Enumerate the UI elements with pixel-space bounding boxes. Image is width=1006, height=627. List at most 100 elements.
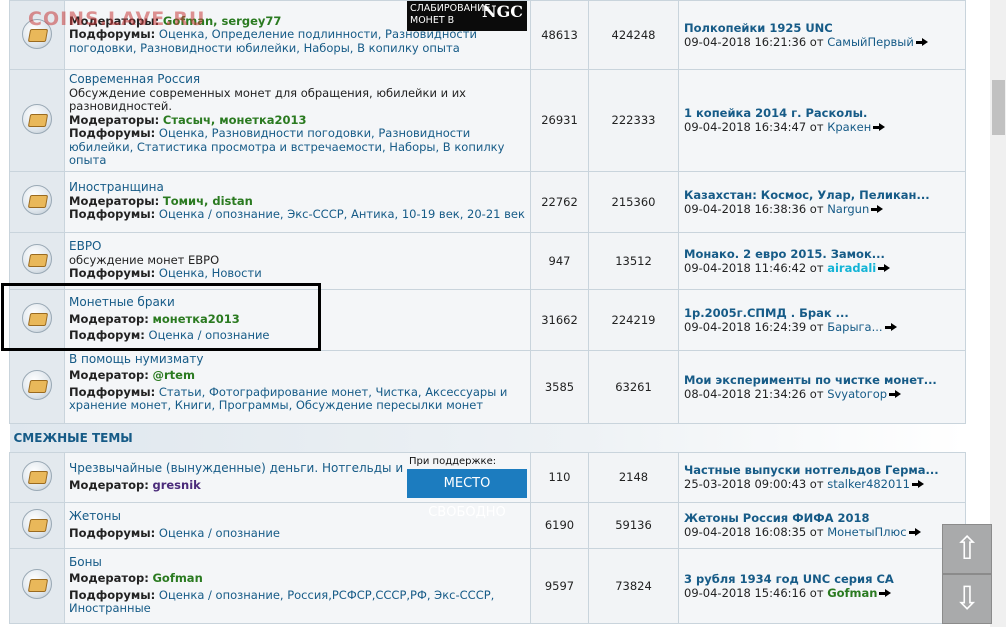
last-post-title[interactable]: Полкопейки 1925 UNC (684, 21, 833, 35)
by-label: от (809, 120, 824, 135)
last-post-author[interactable]: stalker482011 (827, 477, 910, 491)
last-post-date: 09-04-2018 15:46:16 (684, 585, 807, 600)
folder-icon (22, 185, 52, 215)
last-post-cell: 3 рубля 1934 год UNC серия СА 09-04-2018… (678, 547, 966, 624)
scrollbar-thumb[interactable] (992, 80, 1005, 135)
last-post-title[interactable]: Монако. 2 евро 2015. Замок... (684, 247, 885, 261)
topic-count: 3585 (530, 349, 589, 424)
topic-count: 110 (530, 451, 589, 503)
last-post-author[interactable]: МонетыПлюс (827, 525, 906, 539)
last-post-title[interactable]: Казахстан: Космос, Улар, Пеликан... (684, 188, 930, 202)
last-post-author[interactable]: Svyatогор (827, 387, 887, 401)
forum-title[interactable]: Боны (69, 555, 102, 569)
folder-icon (22, 244, 52, 274)
topic-count: 31662 (530, 288, 589, 351)
post-count: 73824 (588, 547, 679, 624)
forum-icon-cell (9, 501, 65, 549)
moderator-link[interactable]: @rtem (152, 368, 194, 382)
last-post-author[interactable]: Кракен (827, 120, 871, 134)
forum-title[interactable]: В помощь нумизмату (69, 352, 204, 366)
scroll-down-button[interactable]: ⇩ (942, 574, 992, 624)
moderators-label: Модераторы: (69, 112, 160, 127)
section-header-related: СМЕЖНЫЕ ТЕМЫ (9, 423, 966, 452)
forum-row-numismatist-help: В помощь нумизмату Модератор: @rtem Подф… (9, 349, 966, 424)
last-post-cell: Жетоны Россия ФИФА 2018 09-04-2018 16:08… (678, 501, 966, 549)
subforums-label: Подфорумы: (69, 525, 156, 540)
post-count: 215360 (588, 170, 679, 233)
ngc-ad-banner[interactable]: СЛАБИРОВАНИЕ МОНЕТ В NGC (407, 1, 527, 31)
subforums-label: Подфорумы: (69, 266, 156, 281)
ad-support-label: При поддержке: (407, 456, 499, 467)
forum-title[interactable]: Современная Россия (69, 72, 200, 86)
last-post-author[interactable]: Gofman (827, 586, 877, 600)
page-scrollbar[interactable] (990, 0, 1006, 627)
last-post-date: 09-04-2018 16:21:36 (684, 35, 807, 49)
last-post-title[interactable]: 1 копейка 2014 г. Расколы. (684, 106, 867, 120)
go-to-post-icon[interactable] (878, 263, 892, 273)
forum-row-banknotes: Боны Модератор: Gofman Подфорумы: Оценка… (9, 547, 966, 624)
last-post-author[interactable]: Nargun (827, 202, 869, 216)
forum-title[interactable]: Жетоны (69, 509, 121, 523)
last-post-title[interactable]: 3 рубля 1934 год UNC серия СА (684, 572, 894, 586)
last-post-cell: Казахстан: Космос, Улар, Пеликан... 09-0… (678, 170, 966, 233)
go-to-post-icon[interactable] (873, 123, 887, 132)
ad-free-space-banner[interactable]: МЕСТО СВОБОДНО (407, 469, 527, 520)
subforums-label: Подфорумы: (69, 587, 156, 602)
forum-main-cell: Боны Модератор: Gofman Подфорумы: Оценка… (64, 547, 531, 624)
last-post-title[interactable]: Жетоны Россия ФИФА 2018 (684, 511, 870, 525)
by-label: от (809, 525, 824, 539)
last-post-date: 09-04-2018 16:24:39 (684, 319, 807, 334)
by-label: от (809, 386, 824, 401)
go-to-post-icon[interactable] (911, 480, 926, 489)
moderator-link[interactable]: gresnik (152, 478, 200, 492)
post-count: 63261 (588, 349, 679, 424)
subforums-label: Подфорумы: (69, 126, 156, 140)
last-post-title[interactable]: Мои эксперименты по чистке монет... (684, 373, 937, 387)
last-post-date: 08-04-2018 21:34:26 (684, 386, 807, 401)
moderators-label: Модератор: (69, 477, 149, 492)
go-to-post-icon[interactable] (879, 588, 893, 598)
folder-icon (22, 103, 52, 134)
post-count: 222333 (588, 69, 679, 172)
forum-description: Обсуждение современных монет для обращен… (69, 85, 466, 113)
last-post-title[interactable]: Частные выпуски нотгельдов Герма... (684, 463, 939, 477)
last-post-title[interactable]: 1р.2005г.СПМД . Брак ... (684, 306, 849, 320)
subforums-label: Подфорумы: (69, 384, 156, 399)
forum-icon-cell (9, 170, 65, 233)
moderator-link[interactable]: Gofman (152, 571, 202, 585)
moderator-link[interactable]: Стасыч, монетка2013 (163, 113, 307, 127)
post-count: 424248 (588, 0, 679, 70)
subforum-links[interactable]: Оценка, Новости (159, 266, 262, 281)
go-to-post-icon[interactable] (884, 322, 899, 332)
forum-title[interactable]: Чрезвычайные (вынужденные) деньги. Нотге… (69, 462, 405, 475)
go-to-post-icon[interactable] (871, 204, 885, 214)
by-label: от (809, 260, 824, 275)
forum-title[interactable]: ЕВРО (69, 239, 102, 254)
last-post-author[interactable]: airadali (827, 261, 876, 275)
last-post-cell: Частные выпуски нотгельдов Герма... 25-0… (678, 451, 966, 503)
subforum-links[interactable]: Оценка / опознание, Экс-СССР, Антика, 10… (159, 207, 525, 222)
forum-icon-cell (9, 547, 65, 624)
post-count: 224219 (588, 288, 679, 351)
last-post-author[interactable]: СамыйПервый (827, 35, 914, 49)
highlight-box (1, 283, 321, 351)
last-post-author[interactable]: Барыга... (827, 320, 882, 334)
by-label: от (809, 585, 824, 600)
subforum-links[interactable]: Оценка / опознание (159, 526, 280, 540)
go-to-post-icon[interactable] (908, 528, 923, 537)
go-to-post-icon[interactable] (889, 389, 903, 399)
post-count: 59136 (588, 501, 679, 549)
section-title[interactable]: СМЕЖНЫЕ ТЕМЫ (10, 431, 133, 445)
topic-count: 6190 (530, 501, 589, 549)
last-post-date: 09-04-2018 16:38:36 (684, 201, 807, 216)
forum-main-cell: В помощь нумизмату Модератор: @rtem Подф… (64, 349, 531, 424)
folder-icon (22, 508, 52, 539)
post-count: 13512 (588, 231, 679, 290)
forum-title[interactable]: Иностранщина (69, 180, 164, 195)
folder-icon (22, 460, 52, 491)
go-to-post-icon[interactable] (915, 38, 930, 47)
moderator-link[interactable]: Томич, distan (163, 194, 253, 208)
last-post-date: 25-03-2018 09:00:43 (684, 477, 807, 491)
topic-count: 9597 (530, 547, 589, 624)
scroll-up-button[interactable]: ⇧ (942, 524, 992, 574)
